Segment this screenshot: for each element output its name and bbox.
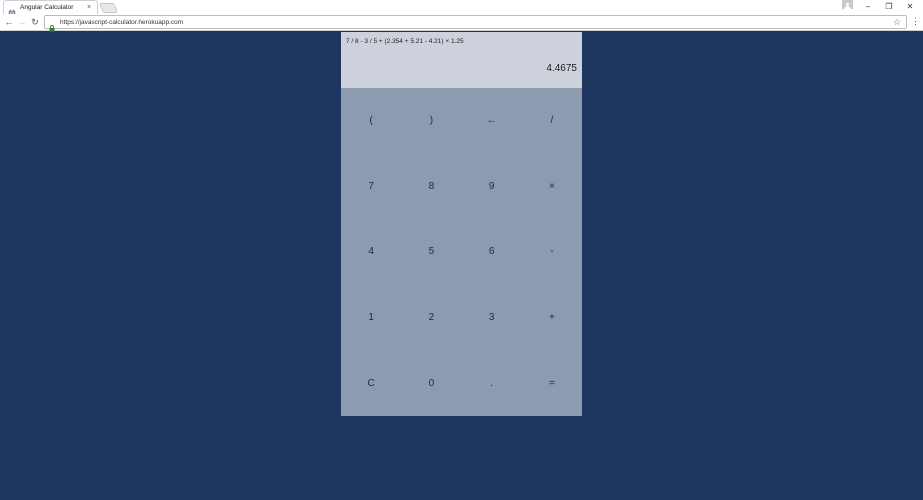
subtract-key[interactable]: - [522, 219, 582, 285]
browser-toolbar: ← → ↻ https://javascript-calculator.hero… [0, 14, 923, 32]
open-paren-key[interactable]: ( [341, 88, 401, 154]
equals-key[interactable]: = [522, 350, 582, 416]
minimize-button[interactable]: – [858, 0, 878, 12]
browser-tab[interactable]: Angular Calculator × [3, 0, 98, 17]
digit-0-key[interactable]: 0 [401, 350, 461, 416]
divide-key[interactable]: / [522, 88, 582, 154]
forward-arrow-icon[interactable]: → [16, 16, 28, 28]
new-tab-button[interactable] [99, 3, 118, 13]
keypad: ( ) ← / 7 8 9 × 4 5 6 - 1 2 3 + C 0 . = [341, 88, 582, 416]
result-text: 4.4675 [546, 63, 577, 74]
digit-8-key[interactable]: 8 [401, 154, 461, 220]
digit-9-key[interactable]: 9 [462, 154, 522, 220]
digit-2-key[interactable]: 2 [401, 285, 461, 351]
digit-5-key[interactable]: 5 [401, 219, 461, 285]
decimal-key[interactable]: . [462, 350, 522, 416]
lock-icon [49, 19, 55, 32]
calculator: 7 / 8 - 3 / 5 + (2.354 + 5.21 - 4.21) × … [341, 32, 582, 416]
profile-avatar-icon[interactable] [842, 0, 853, 9]
close-window-button[interactable]: ✕ [900, 0, 920, 12]
digit-7-key[interactable]: 7 [341, 154, 401, 220]
tab-title: Angular Calculator [20, 4, 74, 11]
digit-4-key[interactable]: 4 [341, 219, 401, 285]
calculator-display: 7 / 8 - 3 / 5 + (2.354 + 5.21 - 4.21) × … [341, 32, 582, 88]
add-key[interactable]: + [522, 285, 582, 351]
tab-close-icon[interactable]: × [85, 4, 93, 12]
multiply-key[interactable]: × [522, 154, 582, 220]
backspace-key[interactable]: ← [462, 88, 522, 154]
close-paren-key[interactable]: ) [401, 88, 461, 154]
address-bar[interactable]: https://javascript-calculator.herokuapp.… [44, 15, 907, 32]
clear-key[interactable]: C [341, 350, 401, 416]
restore-button[interactable]: ❐ [879, 0, 899, 12]
digit-3-key[interactable]: 3 [462, 285, 522, 351]
browser-menu-icon[interactable]: ⋮ [911, 16, 920, 27]
expression-text: 7 / 8 - 3 / 5 + (2.354 + 5.21 - 4.21) × … [346, 38, 464, 45]
globe-icon [8, 4, 16, 17]
back-arrow-icon[interactable]: ← [3, 16, 15, 28]
bookmark-star-icon[interactable]: ☆ [893, 17, 901, 28]
digit-6-key[interactable]: 6 [462, 219, 522, 285]
url-text: https://javascript-calculator.herokuapp.… [60, 18, 184, 26]
browser-tab-strip: Angular Calculator × – ❐ ✕ [0, 0, 923, 17]
reload-icon[interactable]: ↻ [29, 16, 41, 28]
digit-1-key[interactable]: 1 [341, 285, 401, 351]
